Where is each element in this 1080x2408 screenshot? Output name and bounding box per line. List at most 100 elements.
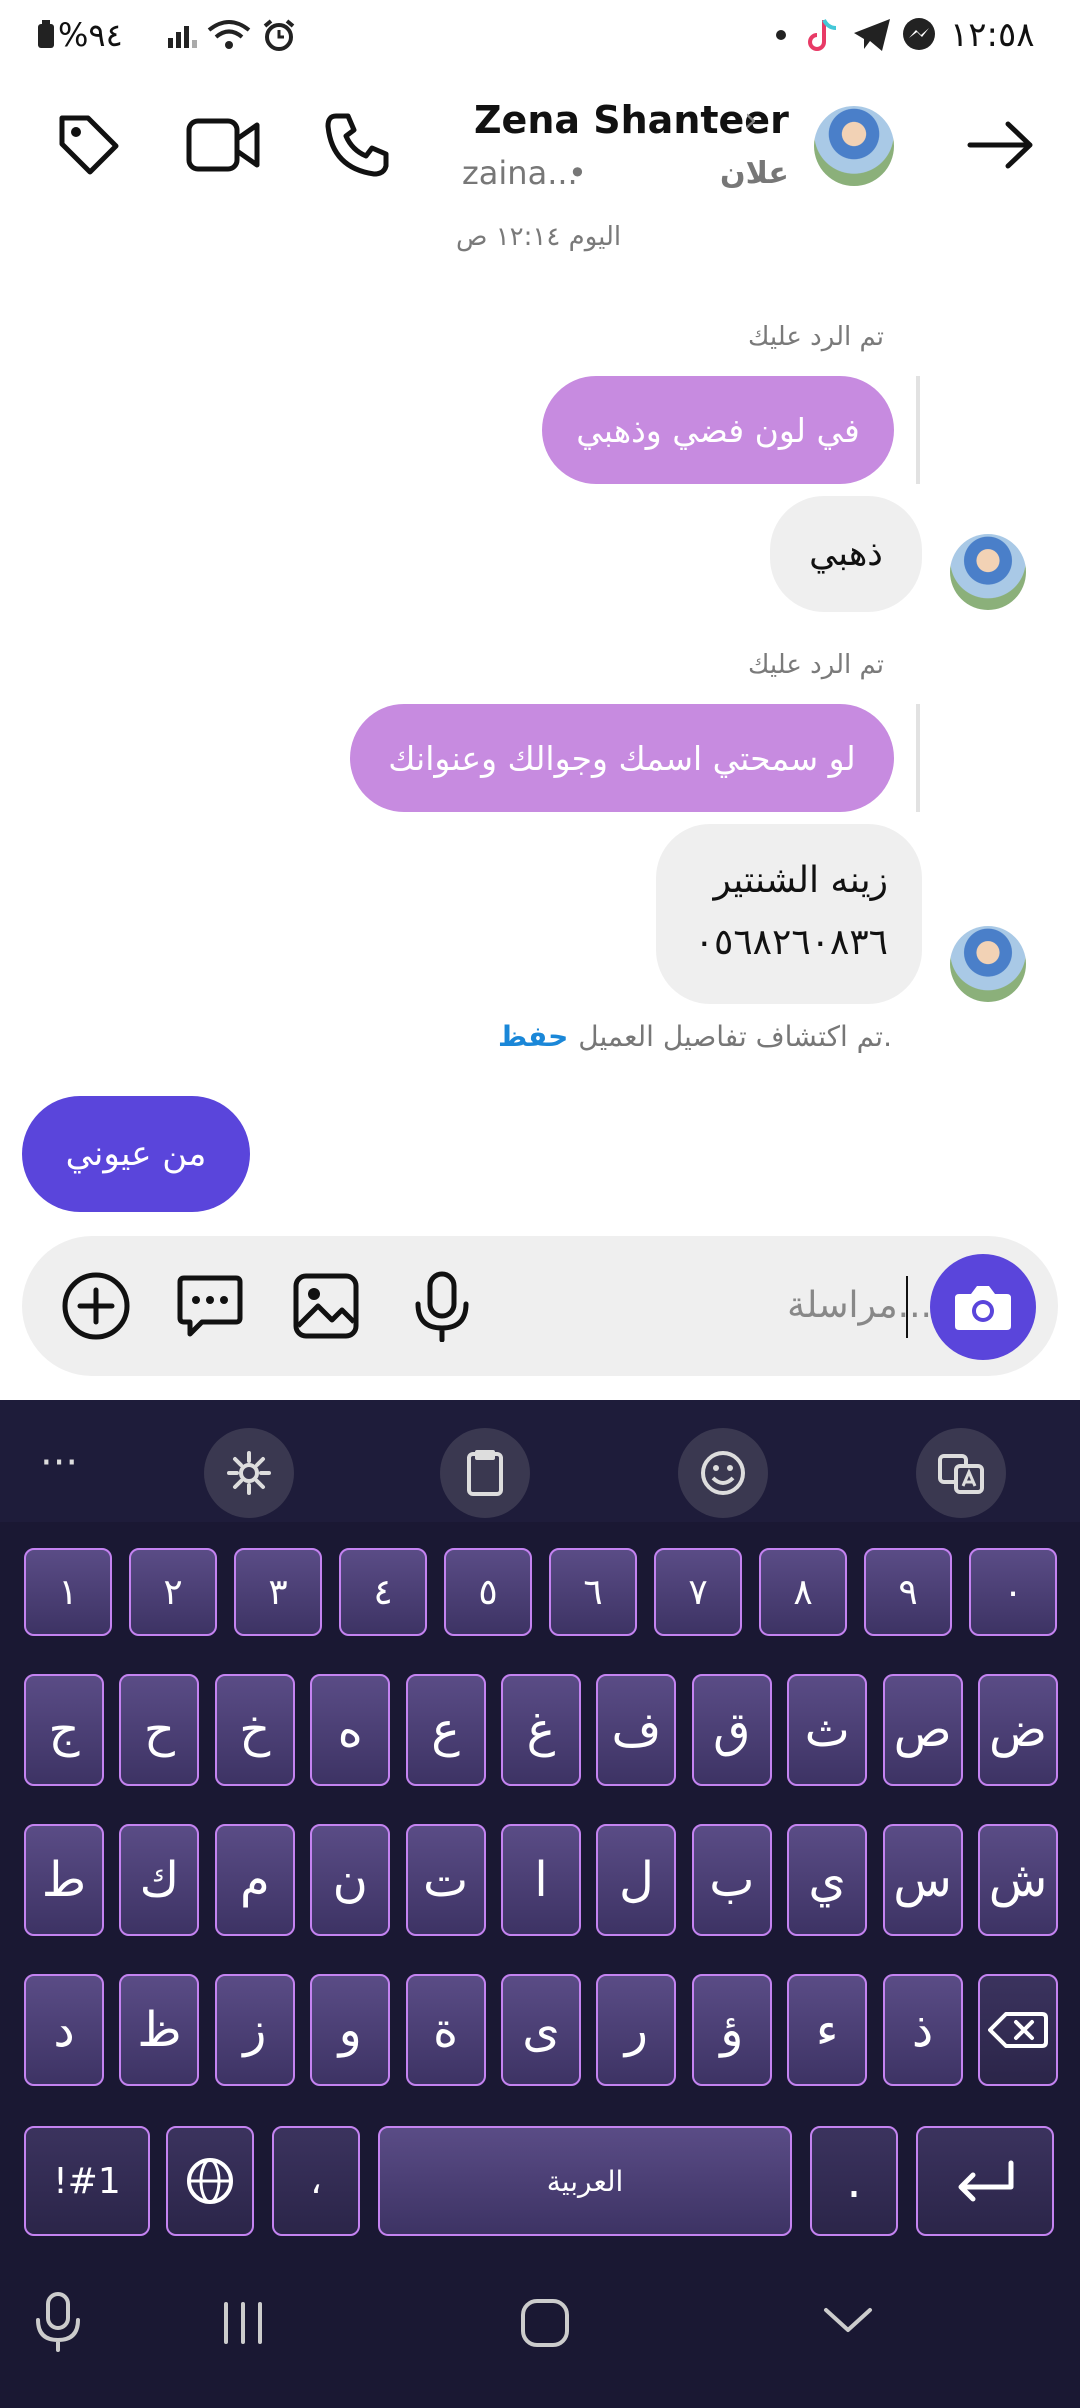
tag-icon[interactable] [44, 100, 134, 190]
key-rowNum-3[interactable]: ٤ [339, 1548, 427, 1636]
translate-icon[interactable] [916, 1428, 1006, 1518]
key-row3-9[interactable]: د [24, 1974, 104, 2086]
key-row1-9[interactable]: ح [119, 1674, 200, 1786]
voice-input-icon[interactable] [32, 2292, 84, 2356]
incoming-message[interactable]: ذهبي [770, 496, 922, 612]
key-row2-8[interactable]: م [214, 1824, 295, 1936]
key-row2-1[interactable]: س [882, 1824, 963, 1936]
space-key[interactable]: العربية [378, 2126, 792, 2236]
key-rowNum-4[interactable]: ٥ [444, 1548, 532, 1636]
ad-tag: علان [720, 156, 789, 191]
key-rowNum-9[interactable]: ٠ [969, 1548, 1057, 1636]
key-row2-2[interactable]: ي [787, 1824, 868, 1936]
battery-icon [36, 12, 56, 58]
back-arrow-icon[interactable] [956, 100, 1046, 190]
key-row2-0[interactable]: ش [978, 1824, 1058, 1936]
tiktok-icon [806, 12, 840, 58]
add-icon[interactable] [60, 1270, 132, 1342]
battery-percent: %٩٤ [58, 16, 123, 54]
chevron-right-icon[interactable]: › [744, 100, 758, 140]
more-options-icon[interactable]: ··· [40, 1440, 78, 1486]
key-row2-5[interactable]: ا [501, 1824, 581, 1936]
key-row3-2[interactable]: ؤ [691, 1974, 772, 2086]
contact-avatar[interactable] [814, 106, 894, 186]
key-row3-7[interactable]: ز [214, 1974, 295, 2086]
chat-timestamp: اليوم ١٢:١٤ ص [456, 222, 622, 252]
key-row3-6[interactable]: و [310, 1974, 391, 2086]
key-rowNum-5[interactable]: ٦ [549, 1548, 637, 1636]
settings-icon[interactable] [204, 1428, 294, 1518]
key-row2-9[interactable]: ك [119, 1824, 200, 1936]
camera-icon [955, 1286, 1011, 1330]
signal-icon [166, 12, 200, 58]
recent-apps-button[interactable] [218, 2298, 268, 2352]
microphone-icon[interactable] [406, 1270, 478, 1343]
alarm-icon [262, 12, 296, 58]
key-row1-10[interactable]: ج [24, 1674, 104, 1786]
language-key[interactable] [166, 2126, 254, 2236]
key-row1-4[interactable]: ف [596, 1674, 677, 1786]
backspace-key[interactable] [978, 1974, 1058, 2086]
comma-key[interactable]: ، [272, 2126, 360, 2236]
backspace-icon [988, 2012, 1048, 2048]
key-row1-3[interactable]: ق [691, 1674, 772, 1786]
conversation-header: Zena Shanteer › zaina... • علان [0, 70, 1080, 230]
key-row3-0[interactable]: ذ [882, 1974, 963, 2086]
clipboard-icon[interactable] [440, 1428, 530, 1518]
key-row1-8[interactable]: خ [214, 1674, 295, 1786]
phone-call-icon[interactable] [312, 100, 402, 190]
reply-label: تم الرد عليك [748, 322, 885, 352]
message-composer: مراسلة... [22, 1236, 1058, 1376]
globe-icon [187, 2158, 233, 2204]
key-row1-1[interactable]: ص [882, 1674, 963, 1786]
incoming-message[interactable]: زينه الشنتير ٠٥٦٨٢٦٠٨٣٦ [656, 824, 922, 1004]
key-row1-5[interactable]: غ [501, 1674, 581, 1786]
enter-key[interactable] [916, 2126, 1054, 2236]
key-row3-4[interactable]: ى [501, 1974, 581, 2086]
symbols-key[interactable]: !#1 [24, 2126, 150, 2236]
keyboard: ··· ١٢٣٤٥٦٧٨٩٠ ضصثقفغعهخحج شسيبلاتنمكط ذ… [0, 1400, 1080, 2250]
key-row3-1[interactable]: ء [787, 1974, 868, 2086]
system-navigation-bar [0, 2250, 1080, 2408]
emoji-icon[interactable] [678, 1428, 768, 1518]
chat-bubble-icon[interactable] [174, 1270, 246, 1342]
key-rowNum-7[interactable]: ٨ [759, 1548, 847, 1636]
key-row3-8[interactable]: ظ [119, 1974, 200, 2086]
key-row1-7[interactable]: ه [310, 1674, 391, 1786]
key-row1-6[interactable]: ع [405, 1674, 486, 1786]
key-rowNum-2[interactable]: ٣ [234, 1548, 322, 1636]
key-row2-3[interactable]: ب [691, 1824, 772, 1936]
camera-button[interactable] [930, 1254, 1036, 1360]
key-row1-2[interactable]: ث [787, 1674, 868, 1786]
contact-name[interactable]: Zena Shanteer [474, 98, 789, 142]
key-row3-5[interactable]: ة [405, 1974, 486, 2086]
key-rowNum-1[interactable]: ٢ [129, 1548, 217, 1636]
notification-dot-icon [776, 12, 786, 58]
outgoing-message[interactable]: في لون فضي وذهبي [542, 376, 894, 484]
key-rowNum-8[interactable]: ٩ [864, 1548, 952, 1636]
telegram-icon [852, 12, 892, 58]
key-row2-6[interactable]: ت [405, 1824, 486, 1936]
key-row2-4[interactable]: ل [596, 1824, 677, 1936]
key-row3-3[interactable]: ر [596, 1974, 677, 2086]
key-rowNum-0[interactable]: ١ [24, 1548, 112, 1636]
hide-keyboard-button[interactable] [820, 2300, 876, 2344]
key-row1-0[interactable]: ض [978, 1674, 1058, 1786]
message-phone-number[interactable]: ٠٥٦٨٢٦٠٨٣٦ [695, 922, 888, 963]
gallery-icon[interactable] [290, 1270, 362, 1342]
status-bar: %٩٤ ١٢:٥٨ [0, 0, 1080, 70]
sent-message[interactable]: من عيوني [22, 1096, 250, 1212]
key-row2-10[interactable]: ط [24, 1824, 104, 1936]
clock: ١٢:٥٨ [950, 15, 1035, 55]
outgoing-message[interactable]: لو سمحتي اسمك وجوالك وعنوانك [350, 704, 894, 812]
video-call-icon[interactable] [178, 100, 268, 190]
save-link[interactable]: حفظ [498, 1020, 568, 1053]
messenger-icon [900, 12, 938, 58]
period-key[interactable]: . [810, 2126, 898, 2236]
text-cursor [906, 1276, 908, 1338]
home-button[interactable] [518, 2296, 572, 2354]
key-row2-7[interactable]: ن [310, 1824, 391, 1936]
key-rowNum-6[interactable]: ٧ [654, 1548, 742, 1636]
wifi-icon [206, 12, 252, 58]
sender-avatar [950, 926, 1026, 1002]
